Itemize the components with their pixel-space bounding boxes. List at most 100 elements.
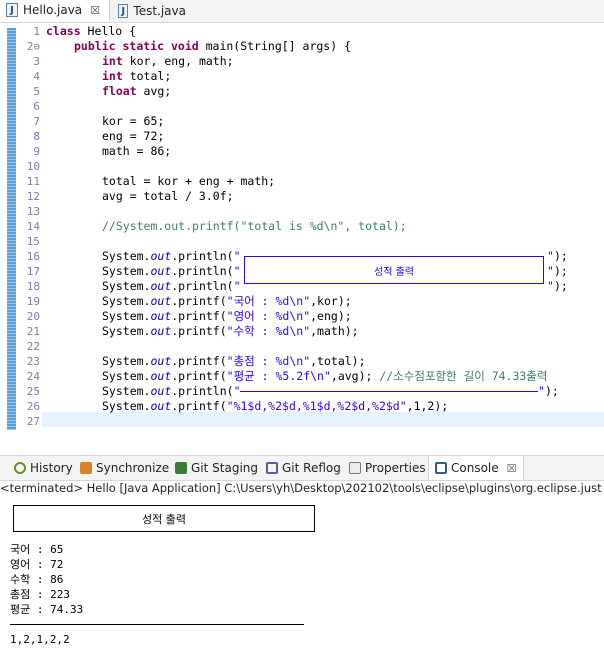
code-text: ); — [544, 384, 559, 398]
close-icon[interactable]: ☒ — [507, 462, 517, 475]
tab-test-java[interactable]: J Test.java — [112, 0, 192, 22]
code-line: total = kor + eng + math; — [102, 174, 276, 188]
field: out — [150, 384, 172, 398]
output-box-title: 성적 출력 — [142, 513, 186, 526]
output-line: 1,2,1,2,2 — [10, 633, 70, 646]
code-comment: //소수점포함한 길이 74.33출력 — [379, 369, 548, 383]
code-text: .printf( — [171, 369, 227, 383]
code-text: ); — [553, 264, 568, 278]
code-line: System.out.printf("%1$d,%2$d,%1$d,%2$d,%… — [102, 399, 448, 414]
code-text: .printf( — [171, 354, 227, 368]
code-text: System. — [102, 279, 151, 293]
change-marker-bar — [7, 28, 16, 430]
code-text: .println( — [171, 384, 234, 398]
line-number: 23 — [26, 355, 40, 368]
tab-properties[interactable]: Properties — [349, 456, 426, 480]
keyword: class — [46, 24, 81, 38]
code-line: "); — [538, 384, 559, 399]
line-number: 10 — [26, 160, 40, 173]
code-line: avg = total / 3.0f; — [102, 189, 234, 203]
editor-tab-bar: J Hello.java ☒ J Test.java — [0, 0, 604, 23]
code-line: "); — [547, 279, 568, 294]
code-line: float avg; — [102, 84, 171, 99]
output-line: 수학 : 86 — [10, 573, 64, 586]
code-line: System.out.printf("영어 : %d\n",eng); — [102, 309, 352, 324]
line-number: 8 — [33, 130, 40, 143]
line-number: 11 — [26, 175, 40, 188]
code-text: ,avg); — [330, 369, 380, 383]
console-output[interactable]: 성적 출력 국어 : 65 영어 : 72 수학 : 86 총점 : 223 평… — [0, 498, 604, 652]
code-line: System.out.printf("수학 : %d\n",math); — [102, 324, 359, 339]
code-line: "); — [547, 249, 568, 264]
string: "국어 : %d\n" — [226, 294, 311, 308]
string: " — [547, 249, 554, 263]
code-text: ); — [553, 279, 568, 293]
code-text: System. — [102, 384, 151, 398]
tab-history[interactable]: History — [14, 456, 73, 480]
string: "총점 : %d\n" — [226, 354, 311, 368]
tab-git-reflog[interactable]: Git Reflog — [266, 456, 341, 480]
line-number: 9 — [33, 145, 40, 158]
line-number: 22 — [26, 340, 40, 353]
field: out — [150, 354, 172, 368]
code-text: ,kor); — [310, 294, 352, 308]
code-line: class Hello { — [46, 24, 136, 39]
code-text: .println( — [171, 249, 234, 263]
console-status: <terminated> Hello [Java Application] C:… — [0, 481, 602, 495]
code-text: kor, eng, math; — [122, 54, 234, 68]
tab-synchronize[interactable]: Synchronize — [80, 456, 169, 480]
synchronize-icon — [80, 462, 92, 474]
output-line: 국어 : 65 — [10, 543, 64, 556]
tab-label: Git Staging — [191, 461, 259, 475]
code-line: System.out.println(" — [102, 249, 241, 264]
line-number[interactable]: 2⊖ — [18, 39, 40, 54]
close-icon[interactable]: ☒ — [90, 4, 100, 17]
code-line: "); — [547, 264, 568, 279]
line-number: 19 — [26, 295, 40, 308]
tab-label: Properties — [365, 461, 426, 475]
java-file-icon: J — [6, 3, 18, 17]
output-line: 평균 : 74.33 — [10, 603, 84, 616]
line-number: 12 — [26, 190, 40, 203]
string: "수학 : %d\n" — [226, 324, 311, 338]
line-number: 18 — [26, 280, 40, 293]
output-line: 영어 : 72 — [10, 558, 64, 571]
code-text: ); — [553, 249, 568, 263]
keyword: static — [122, 39, 165, 53]
code-text: System. — [102, 324, 151, 338]
string: " — [547, 279, 554, 293]
field: out — [150, 294, 172, 308]
code-line: kor = 65; — [102, 114, 165, 128]
code-text: System. — [102, 294, 151, 308]
keyword: int — [102, 54, 123, 68]
code-text: .printf( — [171, 399, 227, 413]
line-number: 26 — [26, 400, 40, 413]
keyword: int — [102, 69, 123, 83]
code-text: main(String[] args) { — [198, 39, 351, 53]
line-number: 1 — [33, 25, 40, 38]
code-editor[interactable]: 1 2⊖ 3 4 5 6 7 8 9 10 11 12 13 14 15 16 … — [0, 23, 604, 430]
string: "영어 : %d\n" — [226, 309, 311, 323]
line-number: 5 — [33, 85, 40, 98]
line-number: 6 — [33, 100, 40, 113]
java-file-icon: J — [118, 4, 129, 18]
keyword: float — [102, 84, 137, 98]
field: out — [150, 249, 172, 263]
field: out — [150, 369, 172, 383]
tab-console[interactable]: Console ☒ — [428, 456, 524, 480]
history-icon — [14, 462, 26, 474]
tab-hello-java[interactable]: J Hello.java ☒ — [0, 0, 110, 22]
views-tab-bar: History Synchronize Git Staging Git Refl… — [0, 455, 604, 481]
git-staging-icon — [175, 462, 187, 474]
console-icon — [435, 462, 447, 474]
tab-label: Test.java — [133, 4, 186, 18]
code-text: ,math); — [310, 324, 359, 338]
code-text: ,total); — [310, 354, 366, 368]
box-drawing-string: 성적 출력 — [244, 256, 544, 284]
tab-git-staging[interactable]: Git Staging — [175, 456, 258, 480]
code-text: .printf( — [171, 309, 227, 323]
code-text: .println( — [171, 279, 234, 293]
code-line: System.out.printf("국어 : %d\n",kor); — [102, 294, 352, 309]
box-title-string: 성적 출력 — [374, 267, 414, 278]
code-comment: //System.out.printf("total is %d\n", tot… — [102, 219, 407, 233]
